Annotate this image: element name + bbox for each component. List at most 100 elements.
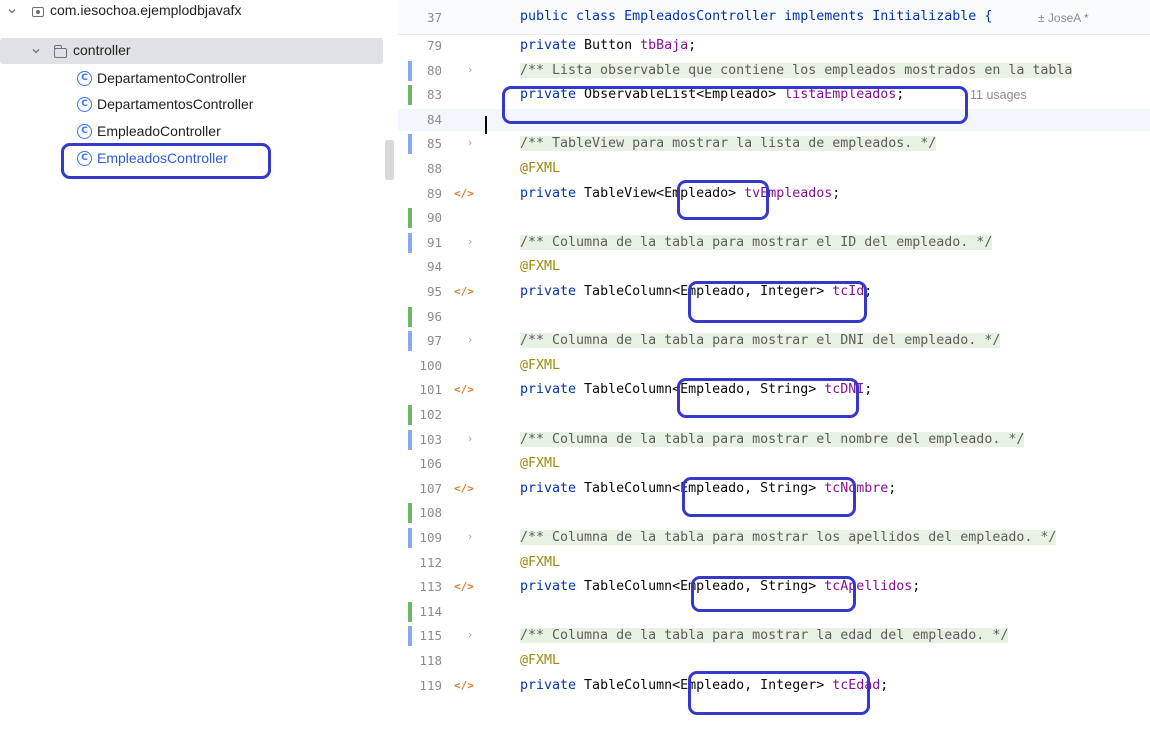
- line-number: 96: [426, 308, 442, 324]
- code-line[interactable]: 96: [398, 306, 1150, 328]
- code-text: /** Columna de la tabla para mostrar el …: [520, 431, 1025, 447]
- line-number: 102: [419, 407, 442, 422]
- vcs-added-marker[interactable]: [408, 306, 412, 327]
- code-line[interactable]: 90: [398, 207, 1150, 229]
- code-line[interactable]: 115 › /** Columna de la tabla para mostrar…: [398, 625, 1150, 647]
- code-line[interactable]: 102: [398, 404, 1150, 426]
- tree-item-controller-folder[interactable]: controller: [0, 38, 383, 64]
- vcs-added-marker[interactable]: [408, 503, 412, 524]
- vcs-added-marker[interactable]: [408, 208, 412, 229]
- code-text: private TableColumn<Empleado, Integer> t…: [520, 677, 889, 693]
- code-line[interactable]: 95 </> private TableColumn<Empleado, Integ…: [398, 281, 1150, 303]
- code-text: private TableView<Empleado> tvEmpleados;: [520, 185, 841, 201]
- line-number: 91: [426, 234, 442, 250]
- chevron-down-icon[interactable]: [4, 3, 20, 19]
- line-number: 109: [419, 530, 442, 545]
- tree-item-label: DepartamentosController: [97, 96, 254, 112]
- vcs-modified-marker[interactable]: [408, 528, 412, 548]
- tree-item-class[interactable]: C EmpleadoController: [0, 119, 383, 145]
- vcs-modified-marker[interactable]: [408, 331, 412, 352]
- usages-hint[interactable]: 11 usages: [970, 88, 1027, 102]
- code-line[interactable]: 118 @FXML: [398, 650, 1150, 672]
- code-line[interactable]: 88 @FXML: [398, 158, 1150, 180]
- fxml-link-icon[interactable]: </>: [454, 285, 474, 298]
- code-text: /** TableView para mostrar la lista de e…: [520, 136, 937, 152]
- line-number: 94: [426, 259, 442, 275]
- code-line[interactable]: 89 </> private TableView<Empleado> tvEmple…: [398, 183, 1150, 205]
- line-number: 107: [419, 480, 442, 496]
- code-text: /** Columna de la tabla para mostrar el …: [520, 234, 993, 250]
- fold-chevron-icon[interactable]: ›: [468, 530, 472, 543]
- code-text: private ObservableList<Empleado> listaEm…: [520, 87, 905, 103]
- code-line[interactable]: 114: [398, 601, 1150, 623]
- line-number: 103: [419, 431, 442, 447]
- fold-chevron-icon[interactable]: ›: [468, 235, 472, 248]
- code-text: /** Columna de la tabla para mostrar el …: [520, 333, 1001, 349]
- fxml-link-icon[interactable]: </>: [454, 187, 474, 200]
- code-line[interactable]: 79 private Button tbBaja;: [398, 35, 1150, 57]
- code-line[interactable]: 80 › /** Lista observable que contiene los…: [398, 60, 1150, 82]
- vcs-modified-marker[interactable]: [408, 134, 412, 155]
- class-icon: C: [77, 71, 92, 86]
- code-line[interactable]: 97 › /** Columna de la tabla para mostrar …: [398, 330, 1150, 352]
- code-text: @FXML: [520, 554, 561, 570]
- line-number: 115: [419, 628, 442, 644]
- code-line[interactable]: 94 @FXML: [398, 256, 1150, 278]
- line-number: 100: [419, 357, 442, 373]
- tree-item-class[interactable]: C DepartamentosController: [0, 92, 383, 118]
- vcs-modified-marker[interactable]: [408, 232, 412, 253]
- vcs-added-marker[interactable]: [408, 601, 412, 622]
- fxml-link-icon[interactable]: </>: [454, 679, 474, 692]
- code-line[interactable]: 119 </> private TableColumn<Empleado, Inte…: [398, 675, 1150, 697]
- line-number: 114: [419, 603, 442, 619]
- vcs-modified-marker[interactable]: [408, 626, 412, 647]
- fold-chevron-icon[interactable]: ›: [468, 63, 472, 76]
- fold-chevron-icon[interactable]: ›: [468, 333, 472, 346]
- fxml-link-icon[interactable]: </>: [454, 482, 474, 495]
- code-line[interactable]: 113 </> private TableColumn<Empleado, Stri…: [398, 576, 1150, 598]
- fxml-link-icon[interactable]: </>: [454, 383, 474, 396]
- code-line[interactable]: 84: [398, 108, 1150, 131]
- code-editor[interactable]: 79 private Button tbBaja; 80 › /** Lista obs…: [398, 0, 1150, 732]
- line-number: 85: [426, 136, 442, 152]
- line-number: 119: [419, 677, 442, 693]
- code-text: /** Columna de la tabla para mostrar la …: [520, 628, 1009, 644]
- tree-item-class[interactable]: C DepartamentoController: [0, 66, 383, 92]
- vcs-modified-marker[interactable]: [408, 429, 412, 450]
- tree-item-package[interactable]: com.iesochoa.ejemplodbjavafx: [0, 0, 383, 24]
- vcs-modified-marker[interactable]: [408, 60, 412, 81]
- line-number: 113: [419, 579, 442, 595]
- line-number: 37: [426, 10, 442, 25]
- vcs-added-marker[interactable]: [408, 405, 412, 425]
- code-line[interactable]: 109 › /** Columna de la tabla para mostrar…: [398, 527, 1150, 549]
- code-line[interactable]: 106 @FXML: [398, 453, 1150, 475]
- code-line[interactable]: 91 › /** Columna de la tabla para mostrar …: [398, 232, 1150, 254]
- folder-icon: [54, 45, 67, 58]
- fold-chevron-icon[interactable]: ›: [468, 432, 472, 445]
- fxml-link-icon[interactable]: </>: [454, 580, 474, 593]
- fold-chevron-icon[interactable]: ›: [468, 136, 472, 149]
- vcs-added-marker[interactable]: [408, 85, 412, 106]
- code-line[interactable]: 112 @FXML: [398, 552, 1150, 574]
- tree-item-class-active[interactable]: C EmpleadosController: [0, 146, 383, 172]
- code-line[interactable]: 85 › /** TableView para mostrar la lista d…: [398, 133, 1150, 155]
- line-number: 112: [419, 554, 442, 570]
- package-icon: [32, 7, 44, 17]
- code-line[interactable]: 83 private ObservableList<Empleado> lista…: [398, 84, 1150, 106]
- code-line[interactable]: 100 @FXML: [398, 355, 1150, 377]
- code-text: @FXML: [520, 259, 561, 275]
- fold-chevron-icon[interactable]: ›: [468, 628, 472, 641]
- author-hint[interactable]: ± JoseA *: [1038, 11, 1089, 25]
- chevron-down-icon[interactable]: [28, 43, 44, 59]
- code-line[interactable]: 103 › /** Columna de la tabla para mostrar…: [398, 429, 1150, 451]
- class-declaration: public class EmpleadosController impleme…: [520, 9, 993, 24]
- line-number: 90: [426, 210, 442, 226]
- code-line[interactable]: 108: [398, 502, 1150, 524]
- line-number: 79: [426, 38, 442, 53]
- tree-scrollbar[interactable]: [385, 140, 394, 180]
- tree-item-label: com.iesochoa.ejemplodbjavafx: [50, 2, 242, 18]
- code-line[interactable]: 107 </> private TableColumn<Empleado, Stri…: [398, 478, 1150, 500]
- code-line[interactable]: 101 </> private TableColumn<Empleado, Stri…: [398, 379, 1150, 401]
- code-text: /** Columna de la tabla para mostrar los…: [520, 530, 1057, 545]
- sticky-class-header[interactable]: 37 public class EmpleadosController impl…: [398, 0, 1150, 35]
